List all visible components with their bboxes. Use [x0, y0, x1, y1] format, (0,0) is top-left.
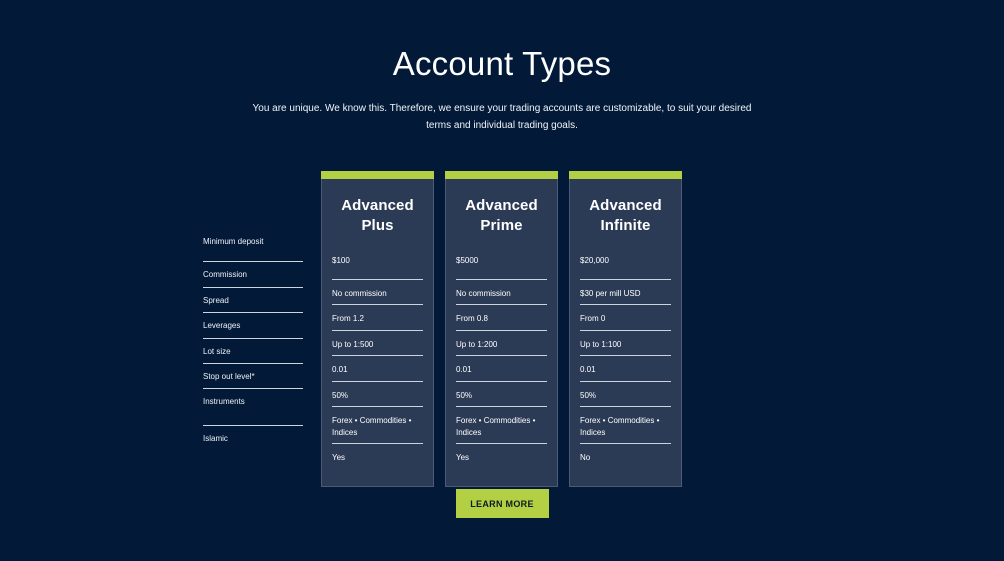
card-value-row: $100 [332, 254, 423, 279]
card-value-rows: $100 No commission From 1.2 Up to 1:500 … [322, 254, 433, 469]
feature-label-spread: Spread [203, 295, 229, 305]
card-value-row: Up to 1:500 [332, 329, 423, 355]
feature-label-commission: Commission [203, 270, 248, 280]
value-instruments: Forex • Commodities • Indices [456, 415, 536, 437]
value-commission: No commission [332, 288, 387, 298]
account-card-advanced-infinite[interactable]: Advanced Infinite $20,000 $30 per mill U… [569, 171, 682, 488]
card-accent-bar [445, 171, 558, 179]
value-spread: From 0 [580, 314, 606, 324]
card-title-line-1: Advanced [589, 197, 662, 214]
value-lot-size: 0.01 [456, 365, 472, 375]
page-title: Account Types [392, 45, 612, 82]
card-value-row: 50% [580, 380, 671, 406]
account-comparison-table: Minimum deposit Commission Spread Levera… [203, 171, 682, 488]
card-value-row: From 0.8 [456, 304, 547, 329]
feature-label-minimum-deposit: Minimum deposit [203, 237, 264, 246]
card-value-row: $20,000 [580, 254, 671, 279]
value-commission: No commission [456, 288, 511, 298]
card-value-row: $5000 [456, 254, 547, 279]
value-stop-out-level: 50% [332, 390, 349, 400]
card-value-row: 50% [332, 380, 423, 406]
feature-label-instruments: Instruments [203, 397, 245, 407]
card-value-row: From 0 [580, 304, 671, 329]
card-value-row: $30 per mill USD [580, 278, 671, 304]
card-value-row: Up to 1:100 [580, 329, 671, 355]
card-title-line-1: Advanced [465, 197, 538, 214]
card-value-row: Forex • Commodities • Indices [456, 405, 547, 443]
account-cards: Advanced Plus $100 No commission From 1.… [321, 171, 682, 488]
value-leverages: Up to 1:100 [580, 339, 622, 349]
card-value-row: 0.01 [456, 355, 547, 380]
feature-label-row: Commission [203, 261, 303, 286]
card-value-row: Forex • Commodities • Indices [580, 405, 671, 443]
card-value-row: 50% [456, 380, 547, 406]
card-value-row: From 1.2 [332, 304, 423, 329]
value-leverages: Up to 1:500 [332, 339, 374, 349]
account-types-page: Account Types You are unique. We know th… [0, 0, 1004, 561]
value-leverages: Up to 1:200 [456, 339, 498, 349]
card-accent-bar [321, 171, 434, 179]
feature-label-row: Leverages [203, 312, 303, 337]
feature-label-lot-size: Lot size [203, 346, 231, 356]
value-spread: From 1.2 [332, 314, 365, 324]
card-value-row: No commission [332, 278, 423, 304]
card-value-row: No commission [456, 278, 547, 304]
value-minimum-deposit: $100 [332, 255, 350, 265]
value-lot-size: 0.01 [580, 365, 596, 375]
feature-label-row: Islamic [203, 425, 303, 450]
value-minimum-deposit: $5000 [456, 255, 479, 265]
card-value-row: Up to 1:200 [456, 329, 547, 355]
feature-label-row: Instruments [203, 388, 303, 425]
feature-label-row: Spread [203, 286, 303, 312]
value-stop-out-level: 50% [580, 390, 597, 400]
account-card-advanced-prime[interactable]: Advanced Prime $5000 No commission From … [445, 171, 558, 488]
cta-section: LEARN MORE [0, 489, 1004, 518]
feature-label-leverages: Leverages [203, 321, 241, 331]
card-value-row: No [580, 442, 671, 468]
card-value-row: Yes [456, 442, 547, 468]
feature-label-islamic: Islamic [203, 434, 228, 444]
page-subtitle: You are unique. We know this. Therefore,… [252, 102, 752, 132]
account-card-advanced-plus[interactable]: Advanced Plus $100 No commission From 1.… [321, 171, 434, 488]
card-accent-bar [569, 171, 682, 179]
card-value-row: Yes [332, 442, 423, 468]
page-header: Account Types You are unique. We know th… [0, 0, 1004, 135]
value-lot-size: 0.01 [332, 365, 348, 375]
card-title-line-2: Plus [361, 216, 394, 234]
card-value-row: 0.01 [580, 355, 671, 380]
value-stop-out-level: 50% [456, 390, 473, 400]
card-title-advanced-prime: Advanced Prime [446, 179, 557, 236]
value-minimum-deposit: $20,000 [580, 255, 609, 265]
feature-label-stop-out-level: Stop out level* [203, 371, 255, 381]
feature-label-row: Lot size [203, 337, 303, 363]
value-instruments: Forex • Commodities • Indices [580, 415, 660, 437]
value-islamic: Yes [456, 452, 470, 462]
value-instruments: Forex • Commodities • Indices [332, 415, 412, 437]
value-islamic: Yes [332, 452, 346, 462]
card-value-row: Forex • Commodities • Indices [332, 405, 423, 443]
card-title-advanced-infinite: Advanced Infinite [570, 179, 681, 236]
card-title-line-2: Prime [480, 216, 523, 234]
feature-label-column: Minimum deposit Commission Spread Levera… [203, 171, 303, 451]
learn-more-button[interactable]: LEARN MORE [455, 489, 549, 518]
value-commission: $30 per mill USD [580, 288, 641, 298]
card-title-line-2: Infinite [600, 216, 651, 234]
value-islamic: No [580, 452, 591, 462]
card-title-line-1: Advanced [341, 197, 414, 214]
feature-label-row: Stop out level* [203, 362, 303, 388]
feature-label-row: Minimum deposit [203, 236, 303, 261]
card-title-advanced-plus: Advanced Plus [322, 179, 433, 236]
card-value-row: 0.01 [332, 355, 423, 380]
value-spread: From 0.8 [456, 314, 489, 324]
card-value-rows: $5000 No commission From 0.8 Up to 1:200… [446, 254, 557, 469]
card-value-rows: $20,000 $30 per mill USD From 0 Up to 1:… [570, 254, 681, 469]
